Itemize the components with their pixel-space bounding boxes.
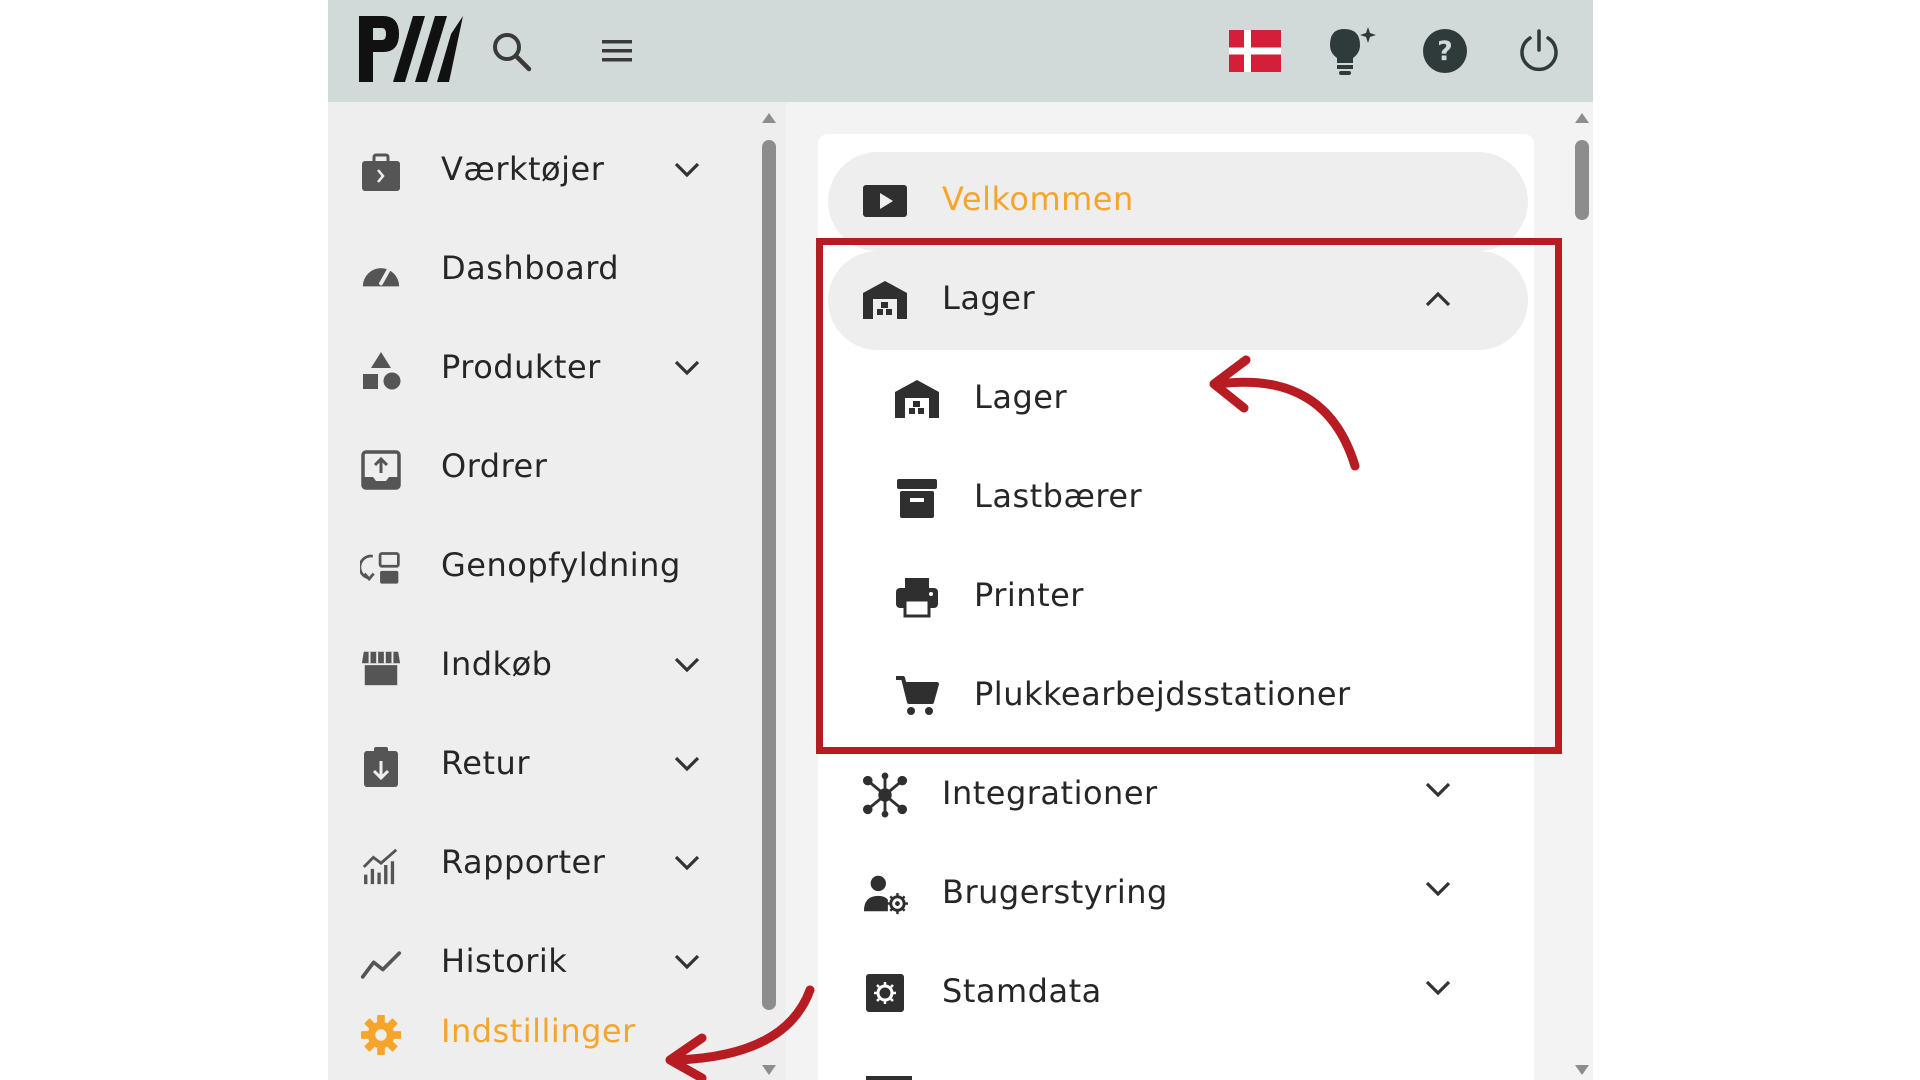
chevron-down-icon [673,358,701,382]
return-clipboard-icon [360,746,402,788]
sidebar-item-label: Indstillinger [441,1012,636,1050]
sidebar-item-label: Indkøb [441,645,553,683]
submenu-item-label: Lastbærer [974,477,1143,515]
menu-item-label: Stamdata [942,972,1102,1010]
chevron-down-icon [1424,879,1452,903]
menu-item-label: Brugerstyring [942,873,1168,911]
sidebar-scrollbar-thumb[interactable] [762,140,776,1010]
chevron-down-icon [673,754,701,778]
warehouse-icon [862,277,908,323]
sidebar: Værktøjer Dashboard Produkter Ordrer Gen… [328,102,786,1080]
scroll-up-icon[interactable] [761,112,777,124]
submenu-item-lager[interactable]: Lager [818,350,1534,449]
submenu-item-label: Printer [974,576,1084,614]
storefront-icon [360,647,402,689]
menu-button[interactable] [586,20,648,82]
menu-group-integrationer[interactable]: Integrationer [818,746,1534,845]
chevron-down-icon [673,952,701,976]
submenu-item-label: Plukkearbejdsstationer [974,675,1351,713]
help-button[interactable]: ? [1414,20,1476,82]
sidebar-scrollbar[interactable] [756,108,782,1080]
chevron-down-icon [1424,780,1452,804]
chevron-down-icon [673,160,701,184]
speedometer-icon [360,251,402,293]
power-icon [1516,28,1562,74]
archive-box-icon [894,475,940,521]
replenish-icon [360,548,402,590]
svg-text:?: ? [1437,36,1453,67]
sidebar-item-indkoeb[interactable]: Indkøb [328,617,728,716]
sidebar-item-retur[interactable]: Retur [328,716,728,815]
menu-item-label: Lager [942,279,1036,317]
sidebar-item-ordrer[interactable]: Ordrer [328,419,728,518]
app-window: ? Værktøjer Dashboard Produkter Ordrer G… [328,0,1593,1080]
submenu-item-lastbaerer[interactable]: Lastbærer [818,449,1534,548]
gear-icon [360,1014,402,1056]
logout-button[interactable] [1508,20,1570,82]
menu-item-velkommen[interactable]: Velkommen [828,152,1528,251]
shapes-icon [360,350,402,392]
bar-chart-icon [360,845,402,887]
tips-button[interactable] [1320,20,1382,82]
settings-content: Velkommen Lager Lager Lastbærer Printer … [786,102,1593,1080]
chevron-down-icon [673,853,701,877]
sidebar-item-label: Rapporter [441,843,606,881]
sidebar-item-indstillinger[interactable]: Indstillinger [328,984,728,1080]
sidebar-item-genopfyldning[interactable]: Genopfyldning [328,518,728,617]
submenu-item-label: Lager [974,378,1068,416]
scroll-up-icon[interactable] [1574,112,1590,124]
user-gear-icon [862,871,908,917]
settings-box-icon [862,970,908,1016]
top-bar: ? [328,0,1593,102]
scroll-down-icon[interactable] [1574,1064,1590,1076]
danish-flag-icon [1229,30,1281,72]
sidebar-item-label: Værktøjer [441,150,605,188]
play-icon [862,178,908,224]
next-menu-icon-partial [866,1076,912,1080]
hub-icon [862,772,908,818]
menu-group-brugerstyring[interactable]: Brugerstyring [818,845,1534,944]
submenu-item-plukkearbejdsstationer[interactable]: Plukkearbejdsstationer [818,647,1534,746]
help-icon: ? [1422,28,1468,74]
language-button[interactable] [1224,20,1286,82]
sidebar-item-label: Historik [441,942,568,980]
menu-item-label: Integrationer [942,774,1158,812]
warehouse-icon [894,376,940,422]
submenu-item-printer[interactable]: Printer [818,548,1534,647]
search-icon [489,29,533,73]
cart-icon [894,673,940,719]
trend-line-icon [360,944,402,986]
sidebar-item-label: Ordrer [441,447,548,485]
search-button[interactable] [480,20,542,82]
sidebar-item-label: Produkter [441,348,601,386]
settings-menu-panel: Velkommen Lager Lager Lastbærer Printer … [818,134,1534,1080]
menu-icon [600,37,634,65]
sidebar-item-label: Genopfyldning [441,546,681,584]
toolbox-icon [360,152,402,194]
pw-logo[interactable] [355,12,463,88]
content-scrollbar-thumb[interactable] [1575,140,1589,220]
sidebar-item-label: Dashboard [441,249,620,287]
sidebar-item-dashboard[interactable]: Dashboard [328,221,728,320]
sidebar-item-rapporter[interactable]: Rapporter [328,815,728,914]
chevron-down-icon [673,655,701,679]
menu-item-label: Velkommen [942,180,1134,218]
sidebar-item-vaerktoejer[interactable]: Værktøjer [328,122,728,221]
chevron-down-icon [1424,978,1452,1002]
chevron-up-icon [1424,289,1452,313]
upload-tray-icon [360,449,402,491]
menu-group-stamdata[interactable]: Stamdata [818,944,1534,1043]
printer-icon [894,574,940,620]
menu-group-lager[interactable]: Lager [828,251,1528,350]
content-scrollbar[interactable] [1571,108,1593,1080]
sidebar-item-produkter[interactable]: Produkter [328,320,728,419]
scroll-down-icon[interactable] [761,1064,777,1076]
lightbulb-icon [1324,25,1378,77]
sidebar-item-label: Retur [441,744,530,782]
